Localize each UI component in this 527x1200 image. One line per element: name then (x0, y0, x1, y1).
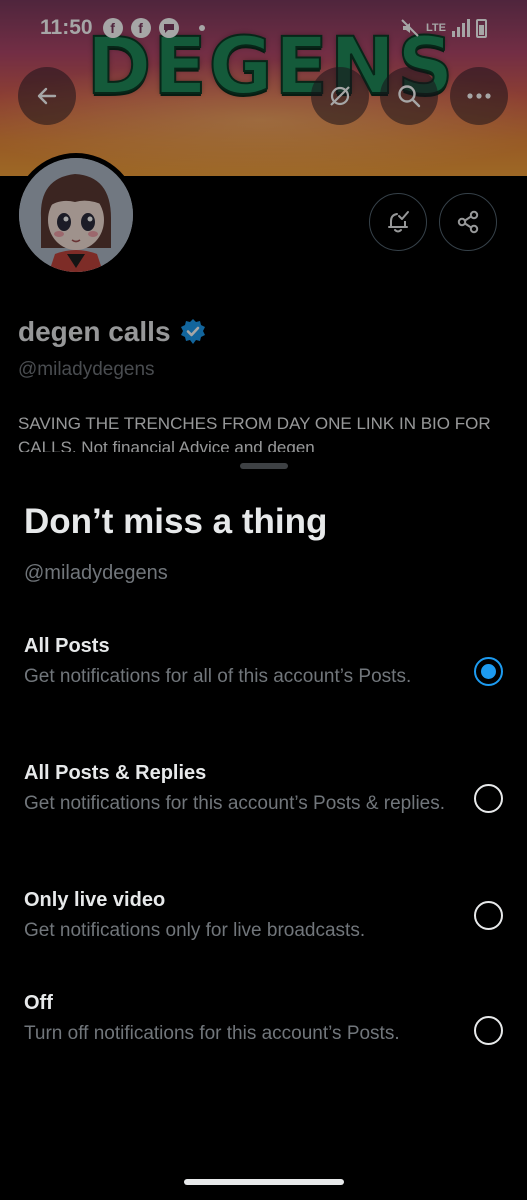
mute-icon (401, 19, 419, 37)
status-bar: 11:50 f f LTE (0, 0, 527, 56)
grok-button[interactable] (311, 67, 369, 125)
back-button[interactable] (18, 67, 76, 125)
bell-check-icon (388, 211, 409, 233)
option-all-posts[interactable]: All Posts Get notifications for all of t… (0, 635, 527, 731)
option-off[interactable]: Off Turn off notifications for this acco… (0, 992, 527, 1088)
notification-dot-icon (198, 25, 205, 31)
share-button[interactable] (439, 193, 497, 251)
option-description: Get notifications for all of this accoun… (24, 666, 412, 687)
status-time: 11:50 (40, 16, 93, 39)
option-title: Only live video (24, 889, 166, 911)
status-right: LTE (400, 18, 487, 38)
share-icon (457, 210, 479, 234)
profile-bio: SAVING THE TRENCHES FROM DAY ONE LINK IN… (18, 414, 491, 456)
option-description: Get notifications only for live broadcas… (24, 920, 366, 941)
home-indicator[interactable] (184, 1179, 344, 1185)
radio-only-live-video[interactable] (474, 901, 503, 930)
network-label: LTE (426, 22, 446, 34)
sheet-handle: @miladydegens (24, 562, 168, 584)
avatar-image (19, 158, 133, 272)
facebook-icon: f (130, 18, 151, 38)
notifications-button[interactable] (369, 193, 427, 251)
option-all-posts-replies[interactable]: All Posts & Replies Get notifications fo… (0, 762, 527, 858)
facebook-icon: f (102, 18, 123, 38)
profile-avatar[interactable] (14, 153, 138, 277)
option-title: All Posts & Replies (24, 762, 207, 784)
more-button[interactable] (450, 67, 508, 125)
profile-handle: @miladydegens (18, 359, 155, 380)
more-icon (467, 93, 491, 99)
chat-icon (158, 18, 179, 38)
option-title: Off (24, 992, 53, 1014)
notification-settings-sheet: Don’t miss a thing @miladydegens All Pos… (0, 452, 527, 1200)
option-description: Get notifications for this account’s Pos… (24, 793, 446, 814)
radio-all-posts[interactable] (474, 657, 503, 686)
radio-all-posts-replies[interactable] (474, 784, 503, 813)
profile-name: degen calls (18, 316, 207, 348)
search-button[interactable] (380, 67, 438, 125)
search-icon (398, 85, 421, 108)
sheet-grabber[interactable] (240, 463, 288, 469)
option-title: All Posts (24, 635, 110, 657)
arrow-left-icon (37, 87, 57, 105)
profile-name-text: degen calls (18, 316, 171, 347)
grok-icon (330, 86, 350, 106)
verified-badge-icon (180, 319, 205, 344)
radio-off[interactable] (474, 1016, 503, 1045)
signal-icon (452, 19, 470, 37)
option-only-live-video[interactable]: Only live video Get notifications only f… (0, 889, 527, 985)
sheet-title: Don’t miss a thing (24, 502, 328, 541)
battery-icon (476, 18, 487, 38)
option-description: Turn off notifications for this account’… (24, 1023, 400, 1044)
